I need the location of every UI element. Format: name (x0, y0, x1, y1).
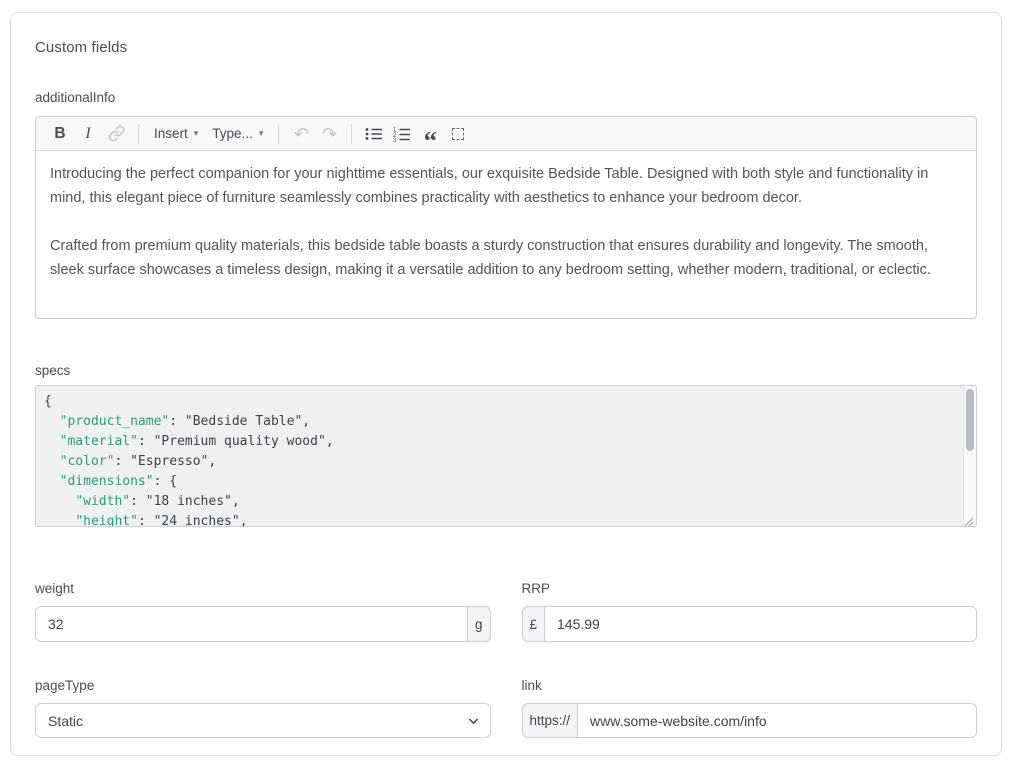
undo-icon: ↶ (294, 125, 309, 143)
rich-text-editor: B I Insert ▾ Type... (35, 116, 977, 319)
weight-input-group: g (35, 606, 491, 642)
rrp-input-group: £ (522, 606, 978, 642)
rrp-currency-addon: £ (522, 606, 546, 642)
link-input[interactable] (578, 703, 977, 738)
code-line: "dimensions": { (44, 472, 954, 492)
page-type-label: pageType (35, 678, 491, 693)
specs-code-editor[interactable]: { "product_name": "Bedside Table", "mate… (35, 385, 977, 527)
chevron-down-icon: ▾ (259, 129, 264, 138)
bullet-list-icon (365, 126, 383, 142)
code-line: "material": "Premium quality wood", (44, 432, 954, 452)
toolbar-divider (278, 124, 279, 144)
weight-rrp-row: weight g RRP £ (35, 581, 977, 642)
editor-paragraph: Crafted from premium quality materials, … (50, 234, 962, 282)
toolbar-divider (138, 124, 139, 144)
link-button[interactable] (103, 121, 129, 147)
redo-button[interactable]: ↷ (316, 121, 342, 147)
additional-info-label: additionalInfo (35, 90, 977, 105)
additional-info-field: additionalInfo B I Insert ▾ (35, 90, 977, 319)
italic-button[interactable]: I (75, 121, 101, 147)
weight-unit-addon: g (467, 606, 491, 642)
redo-icon: ↷ (322, 125, 337, 143)
code-line: { (44, 392, 954, 412)
chevron-down-icon: ▾ (194, 129, 199, 138)
rrp-label: RRP (522, 581, 978, 596)
rrp-input[interactable] (545, 606, 977, 642)
page-type-select-wrap: Static (35, 703, 491, 738)
vertical-scrollbar[interactable] (963, 386, 976, 526)
editor-content[interactable]: Introducing the perfect companion for yo… (36, 151, 976, 318)
code-line: "height": "24 inches", (44, 512, 954, 527)
editor-toolbar: B I Insert ▾ Type... (36, 117, 976, 151)
weight-field: weight g (35, 581, 491, 642)
code-line: "product_name": "Bedside Table", (44, 412, 954, 432)
type-dropdown[interactable]: Type... ▾ (206, 121, 269, 147)
scrollbar-thumb[interactable] (966, 389, 974, 451)
type-dropdown-label: Type... (212, 126, 253, 141)
insert-dropdown-label: Insert (154, 126, 188, 141)
specs-label: specs (35, 363, 977, 378)
weight-input[interactable] (35, 606, 467, 642)
toolbar-divider (351, 124, 352, 144)
blockquote-button[interactable]: “ (417, 121, 443, 147)
numbered-list-button[interactable]: 1 2 3 (389, 121, 415, 147)
link-field: link https:// (522, 678, 978, 738)
svg-text:3: 3 (393, 138, 397, 142)
link-protocol-addon: https:// (522, 703, 579, 738)
resize-handle-icon[interactable] (964, 514, 974, 524)
bullet-list-button[interactable] (361, 121, 387, 147)
insert-dropdown[interactable]: Insert ▾ (148, 121, 204, 147)
rrp-field: RRP £ (522, 581, 978, 642)
specs-code-content: { "product_name": "Bedside Table", "mate… (36, 386, 976, 527)
html-block-button[interactable] (445, 121, 471, 147)
bold-button[interactable]: B (47, 121, 73, 147)
weight-label: weight (35, 581, 491, 596)
link-icon (108, 125, 125, 142)
specs-field: specs { "product_name": "Bedside Table",… (35, 363, 977, 527)
numbered-list-icon: 1 2 3 (393, 126, 411, 142)
link-input-group: https:// (522, 703, 978, 738)
editor-paragraph: Introducing the perfect companion for yo… (50, 162, 962, 210)
panel-title: Custom fields (35, 39, 977, 56)
pagetype-link-row: pageType Static link https:// (35, 678, 977, 738)
code-line: "color": "Espresso", (44, 452, 954, 472)
link-label: link (522, 678, 978, 693)
page-type-select[interactable]: Static (35, 703, 491, 738)
code-line: "width": "18 inches", (44, 492, 954, 512)
page-type-field: pageType Static (35, 678, 491, 738)
undo-button[interactable]: ↶ (288, 121, 314, 147)
custom-fields-panel: Custom fields additionalInfo B I Inse (10, 12, 1002, 756)
html-block-icon (452, 128, 464, 140)
